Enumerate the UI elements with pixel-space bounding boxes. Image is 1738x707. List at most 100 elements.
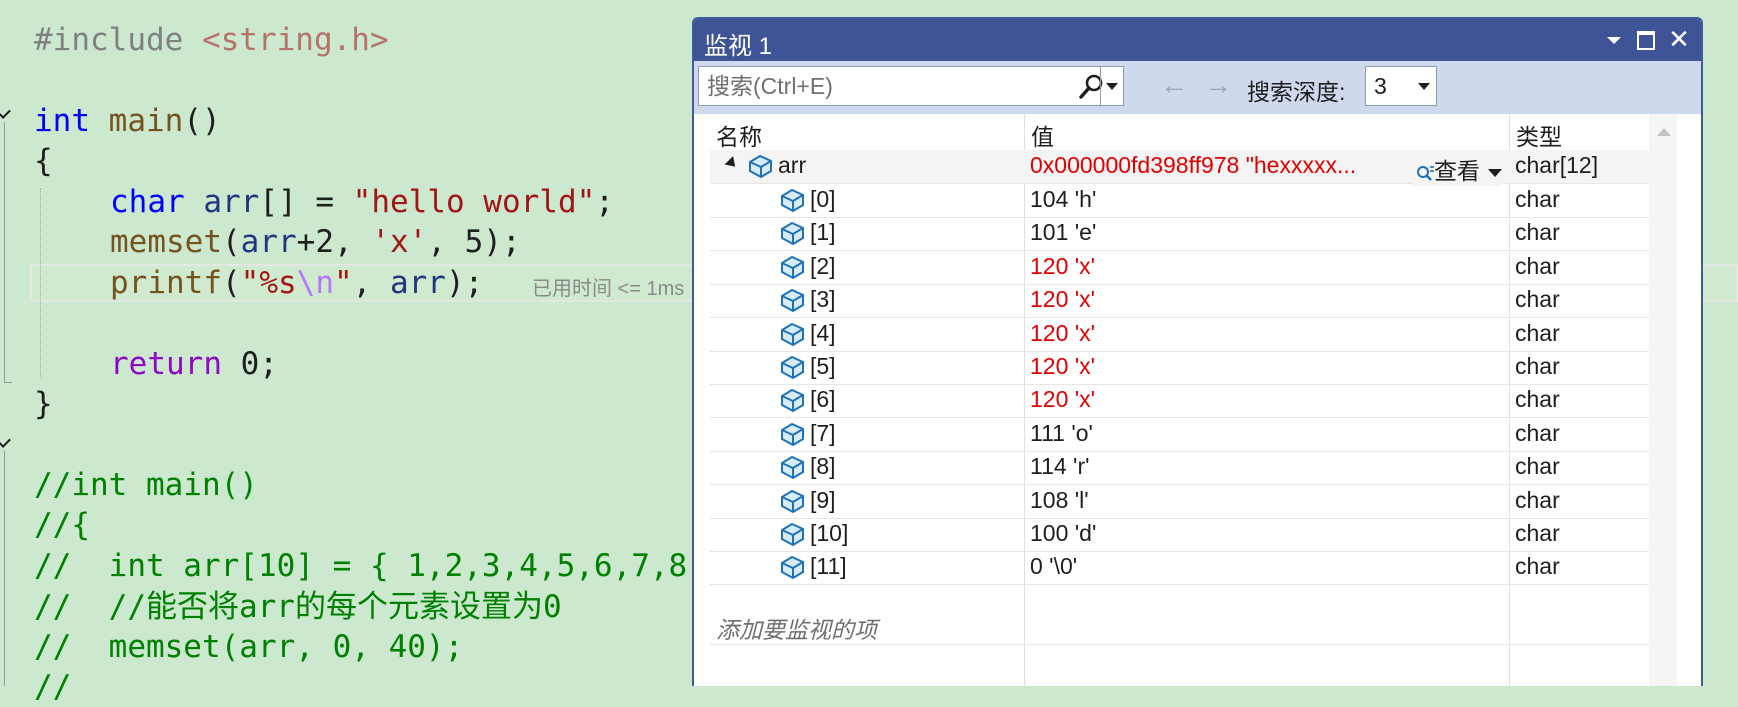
watch-name: [9] [810, 486, 836, 513]
variable-icon [781, 456, 804, 480]
search-depth-value: 3 [1374, 73, 1387, 99]
watch-name: [6] [810, 386, 836, 413]
watch-type: char[12] [1515, 152, 1599, 178]
vertical-scrollbar[interactable] [1649, 114, 1677, 686]
watch-type: char [1515, 319, 1560, 346]
watch-row-element[interactable]: [0] 104 'h' char [710, 184, 1677, 218]
watch-row-arr[interactable]: arr 0x000000fd398ff978 "hexxxxx... 查看 ch… [710, 150, 1677, 186]
view-visualizer-button[interactable]: 查看 [1412, 152, 1502, 186]
code-line-return[interactable]: return 0; [110, 344, 278, 384]
watch-name: [10] [810, 520, 849, 546]
code-line-declare-arr[interactable]: char arr[] = "hello world"; [110, 182, 614, 222]
watch-value[interactable]: 120 'x' [1030, 320, 1095, 347]
search-box [698, 66, 1124, 106]
watch-row-element[interactable]: [11] 0 '\0' char [710, 551, 1677, 586]
variable-icon [781, 188, 804, 213]
watch-row-element[interactable]: [5] 120 'x' char [710, 351, 1677, 385]
watch-value[interactable]: 114 'r' [1030, 453, 1090, 480]
search-options-chevron-icon[interactable] [1100, 67, 1123, 105]
variable-icon [781, 255, 804, 279]
close-icon[interactable]: ✕ [1665, 25, 1693, 53]
fold-toggle-main[interactable] [0, 104, 14, 118]
code-token: char [110, 184, 185, 220]
code-line-include[interactable]: #include <string.h> [34, 20, 389, 60]
watch-name: [8] [810, 453, 836, 480]
variable-icon [781, 289, 804, 313]
search-depth-select[interactable]: 3 [1365, 66, 1437, 106]
code-line-comment[interactable]: // //能否将arr的每个元素设置为0 [34, 587, 562, 627]
code-token: arr [240, 224, 297, 260]
code-line-comment[interactable]: // memset(arr, 0, 40); [34, 627, 463, 667]
watch-row-element[interactable]: [3] 120 'x' char [710, 284, 1677, 319]
code-line-comment[interactable]: // int arr[10] = { 1,2,3,4,5,6,7,8 [34, 546, 687, 586]
watch-row-element[interactable]: [2] 120 'x' char [710, 251, 1677, 285]
code-token: \n [296, 265, 334, 301]
watch-value[interactable]: 0x000000fd398ff978 "hexxxxx... [1030, 152, 1356, 179]
watch-value[interactable]: 104 'h' [1030, 186, 1096, 213]
watch-row-element[interactable]: [10] 100 'd' char [710, 518, 1677, 552]
watch-row-element[interactable]: [4] 120 'x' char [710, 318, 1677, 352]
watch-name: [3] [810, 286, 836, 313]
column-header-name[interactable]: 名称 [716, 118, 762, 152]
search-input[interactable] [699, 67, 1069, 105]
watch-row-element[interactable]: [9] 108 'l' char [710, 485, 1677, 519]
watch-value[interactable]: 111 'o' [1030, 420, 1093, 447]
watch-value[interactable]: 101 'e' [1030, 219, 1096, 246]
watch-value[interactable]: 120 'x' [1030, 353, 1095, 380]
scroll-up-arrow-icon[interactable] [1657, 128, 1671, 136]
variable-icon [781, 522, 804, 547]
watch-value[interactable]: 100 'd' [1030, 520, 1096, 547]
watch-window: 监视 1 ✕ ← → 搜索深度: 3 名称 值 类型 [692, 17, 1703, 686]
code-token: [] = [259, 184, 353, 220]
column-header-value[interactable]: 值 [1031, 118, 1054, 152]
code-token: { [34, 143, 53, 179]
watch-name: [1] [810, 219, 836, 246]
back-arrow-icon[interactable]: ← [1160, 70, 1188, 100]
watch-row-element[interactable]: [7] 111 'o' char [710, 418, 1677, 452]
code-line-comment[interactable]: //{ [34, 505, 90, 545]
watch-name: [5] [810, 353, 836, 379]
view-label: 查看 [1434, 158, 1480, 184]
code-line-comment[interactable]: // [34, 667, 71, 707]
code-line-main[interactable]: int main() [34, 101, 221, 141]
watch-value[interactable]: 0 '\0' [1030, 553, 1077, 580]
watch-title: 监视 1 [704, 33, 773, 60]
watch-type: char [1515, 520, 1560, 546]
window-position-dropdown-icon[interactable] [1599, 25, 1627, 53]
collapse-arrow-icon[interactable] [724, 156, 740, 171]
variable-icon [781, 389, 804, 413]
watch-row-element[interactable]: [1] 101 'e' char [710, 217, 1677, 252]
watch-value[interactable]: 120 'x' [1030, 253, 1095, 280]
watch-type: char [1515, 286, 1560, 313]
fold-toggle-comment[interactable] [0, 433, 14, 447]
code-line-memset[interactable]: memset(arr+2, 'x', 5); [110, 222, 521, 262]
watch-type: char [1515, 553, 1560, 580]
forward-arrow-icon[interactable]: → [1204, 70, 1232, 100]
watch-toolbar: ← → 搜索深度: 3 [694, 61, 1701, 114]
watch-value[interactable]: 120 'x' [1030, 286, 1095, 313]
code-line-open-brace[interactable]: { [34, 141, 53, 181]
chevron-down-icon [1418, 83, 1430, 90]
code-line-comment[interactable]: //int main() [34, 465, 258, 505]
search-depth-label: 搜索深度: [1247, 79, 1346, 105]
fold-line-end [4, 382, 12, 383]
indent-guide [40, 188, 41, 378]
watch-value[interactable]: 108 'l' [1030, 487, 1089, 514]
watch-row-element[interactable]: [6] 120 'x' char [710, 384, 1677, 419]
add-watch-row[interactable]: 添加要监视的项 [710, 608, 1677, 645]
watch-title-bar[interactable]: 监视 1 ✕ [694, 19, 1701, 61]
maximize-icon[interactable] [1631, 25, 1659, 53]
watch-value[interactable]: 120 'x' [1030, 386, 1095, 413]
code-token: arr [389, 265, 446, 301]
fold-line [4, 122, 5, 382]
code-token: ; [595, 184, 614, 220]
code-line-close-brace[interactable]: } [34, 384, 53, 424]
code-line-printf[interactable]: printf("%s\n", arr); [110, 263, 483, 303]
watch-row-element[interactable]: [8] 114 'r' char [710, 451, 1677, 486]
watch-type: char [1515, 486, 1560, 513]
perf-tip[interactable]: 已用时间 <= 1ms [532, 272, 684, 301]
variable-icon [749, 154, 772, 179]
add-watch-placeholder: 添加要监视的项 [716, 617, 877, 643]
code-token: memset [110, 224, 222, 260]
column-header-type[interactable]: 类型 [1516, 118, 1562, 152]
